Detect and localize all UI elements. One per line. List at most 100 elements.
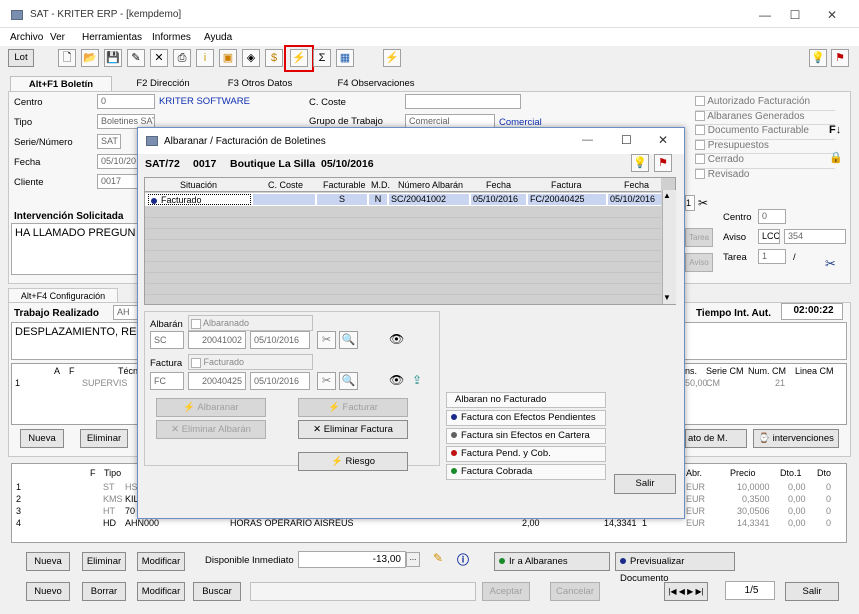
modificar-button-2[interactable]: Modificar	[137, 552, 185, 571]
eliminar-albaran-button[interactable]: ✕ Eliminar Albarán	[156, 420, 266, 439]
row-facturable[interactable]: S	[317, 194, 367, 205]
dialog-minimize[interactable]: —	[582, 134, 593, 146]
dialog-maximize[interactable]: ☐	[621, 133, 632, 147]
fac-scissors-icon[interactable]: ✂	[317, 372, 336, 390]
cliente-field[interactable]: 0017	[97, 174, 139, 189]
rp-centro-field[interactable]: 0	[758, 209, 786, 224]
lightning-yellow-icon[interactable]: ⚡	[383, 49, 401, 67]
lightbulb-icon[interactable]: 💡	[809, 49, 827, 67]
menu-herramientas[interactable]: Herramientas	[82, 32, 142, 43]
tiempo-value[interactable]: 02:00:22	[781, 303, 843, 320]
modificar-button[interactable]: Modificar	[137, 582, 185, 601]
info-icon[interactable]: i	[196, 49, 214, 67]
money-icon[interactable]: $	[265, 49, 283, 67]
rp-aviso-code[interactable]: LCC	[758, 229, 780, 244]
info-circle-icon[interactable]: ⓘ	[457, 551, 469, 568]
tools-cross-icon[interactable]: ✂	[825, 256, 836, 272]
previsualizar-button[interactable]: Previsualizar Documento	[615, 552, 735, 584]
alb-eye-icon[interactable]: 👁	[389, 332, 404, 346]
menu-ayuda[interactable]: Ayuda	[204, 32, 232, 43]
ellipsis-button[interactable]: ...	[406, 552, 420, 567]
row-md[interactable]: N	[369, 194, 387, 205]
check-presupuestos[interactable]: Presupuestos	[695, 140, 835, 154]
eliminar-button-1[interactable]: Eliminar	[80, 429, 128, 448]
f-key-label[interactable]: F↓	[829, 124, 841, 136]
exit-icon[interactable]: ⚑	[831, 49, 849, 67]
ir-albaranes-button[interactable]: Ir a Albaranes	[494, 552, 610, 571]
dato-m-button[interactable]: ato de M.	[685, 429, 747, 448]
sum-icon[interactable]: Σ	[313, 49, 331, 67]
print-icon[interactable]: ⎙	[173, 49, 191, 67]
tab-otros-datos[interactable]: F3 Otros Datos	[210, 76, 310, 91]
nuevo-button[interactable]: Nuevo	[26, 582, 70, 601]
rp-tarea-field[interactable]: 1	[758, 249, 786, 264]
nav-buttons[interactable]: |◀ ◀ ▶ ▶|	[664, 582, 708, 601]
nueva-button-2[interactable]: Nueva	[26, 552, 70, 571]
alb-num-field[interactable]: 20041002	[188, 331, 246, 349]
fac-serie-field[interactable]: FC	[150, 372, 184, 390]
riesgo-button[interactable]: ⚡ Riesgo	[298, 452, 408, 471]
intervenciones-button[interactable]: ⌚ intervenciones	[753, 429, 839, 448]
albaranado-check[interactable]: Albaranado	[188, 315, 313, 331]
row-situacion[interactable]: Facturado	[148, 194, 251, 205]
dialog-close[interactable]: ✕	[658, 133, 668, 147]
row-albaran[interactable]: SC/20041002	[389, 194, 469, 205]
menu-ver[interactable]: Ver	[50, 32, 65, 43]
menu-archivo[interactable]: Archivo	[10, 32, 43, 43]
aceptar-button[interactable]: Aceptar	[482, 582, 530, 601]
fac-export-icon[interactable]: ⇪	[412, 373, 422, 387]
save-icon[interactable]: 💾	[104, 49, 122, 67]
salir-main-button[interactable]: Salir	[785, 582, 839, 601]
fac-fecha-field[interactable]: 05/10/2016	[250, 372, 310, 390]
nueva-button-1[interactable]: Nueva	[20, 429, 64, 448]
row-ccoste[interactable]	[253, 194, 315, 205]
check-revisado[interactable]: Revisado	[695, 169, 835, 184]
rp-aviso-num[interactable]: 354	[784, 229, 846, 244]
scroll-down-icon[interactable]: ▼	[663, 293, 671, 302]
check-autorizado[interactable]: Autorizado Facturación	[695, 96, 835, 111]
facturado-check[interactable]: Facturado	[188, 354, 313, 370]
tab-boletin[interactable]: Alt+F1 Boletín	[10, 76, 112, 91]
row-fecha[interactable]: 05/10/2016	[471, 194, 526, 205]
facturar-button[interactable]: ⚡ Facturar	[298, 398, 408, 417]
delete-icon[interactable]: ✕	[150, 49, 168, 67]
trabajo-code[interactable]: AH	[113, 305, 139, 320]
check-cerrado[interactable]: Cerrado	[695, 154, 835, 169]
scroll-up-icon[interactable]: ▲	[663, 191, 671, 200]
alb-preview-icon[interactable]: 🔍	[339, 331, 358, 349]
tab-configuracion[interactable]: Alt+F4 Configuración	[8, 288, 118, 302]
fac-num-field[interactable]: 20040425	[188, 372, 246, 390]
lot-button[interactable]: Lot	[8, 49, 34, 67]
dialog-lightbulb-icon[interactable]: 💡	[631, 154, 649, 172]
dialog-salir-button[interactable]: Salir	[614, 474, 676, 494]
intervencion-text[interactable]: HA LLAMADO PREGUN	[11, 223, 139, 275]
alb-serie-field[interactable]: SC	[150, 331, 184, 349]
fecha-field[interactable]: 05/10/20	[97, 154, 139, 169]
buscar-button[interactable]: Buscar	[193, 582, 241, 601]
row-fecha2[interactable]: 05/10/2016	[608, 194, 661, 205]
cancelar-button[interactable]: Cancelar	[550, 582, 600, 601]
maximize-button[interactable]: ☐	[775, 4, 815, 26]
tab-direccion[interactable]: F2 Dirección	[118, 76, 208, 91]
serie-field[interactable]: SAT	[97, 134, 121, 149]
tools-icon[interactable]: ▣	[219, 49, 237, 67]
row-tecnico[interactable]: SUPERVIS	[82, 378, 127, 388]
new-doc-icon[interactable]: 🗋	[58, 49, 76, 67]
check-albaranes[interactable]: Albaranes Generados	[695, 111, 835, 125]
centro-field[interactable]: 0	[97, 94, 155, 109]
edit-icon[interactable]: ✎	[127, 49, 145, 67]
dialog-exit-icon[interactable]: ⚑	[654, 154, 672, 172]
lightning-icon[interactable]: ⚡	[290, 49, 308, 67]
eliminar-button-2[interactable]: Eliminar	[82, 552, 126, 571]
tab-observaciones[interactable]: F4 Observaciones	[316, 76, 436, 91]
disponible-value[interactable]: -13,00	[298, 551, 406, 568]
alb-scissors-icon[interactable]: ✂	[317, 331, 336, 349]
scissors-icon[interactable]: ✂	[698, 196, 708, 210]
grid-icon[interactable]: ▦	[336, 49, 354, 67]
tag-icon[interactable]: ◈	[242, 49, 260, 67]
open-folder-icon[interactable]: 📂	[81, 49, 99, 67]
row-factura[interactable]: FC/20040425	[528, 194, 606, 205]
menu-informes[interactable]: Informes	[152, 32, 191, 43]
borrar-button[interactable]: Borrar	[82, 582, 126, 601]
eliminar-factura-button[interactable]: ✕ Eliminar Factura	[298, 420, 408, 439]
